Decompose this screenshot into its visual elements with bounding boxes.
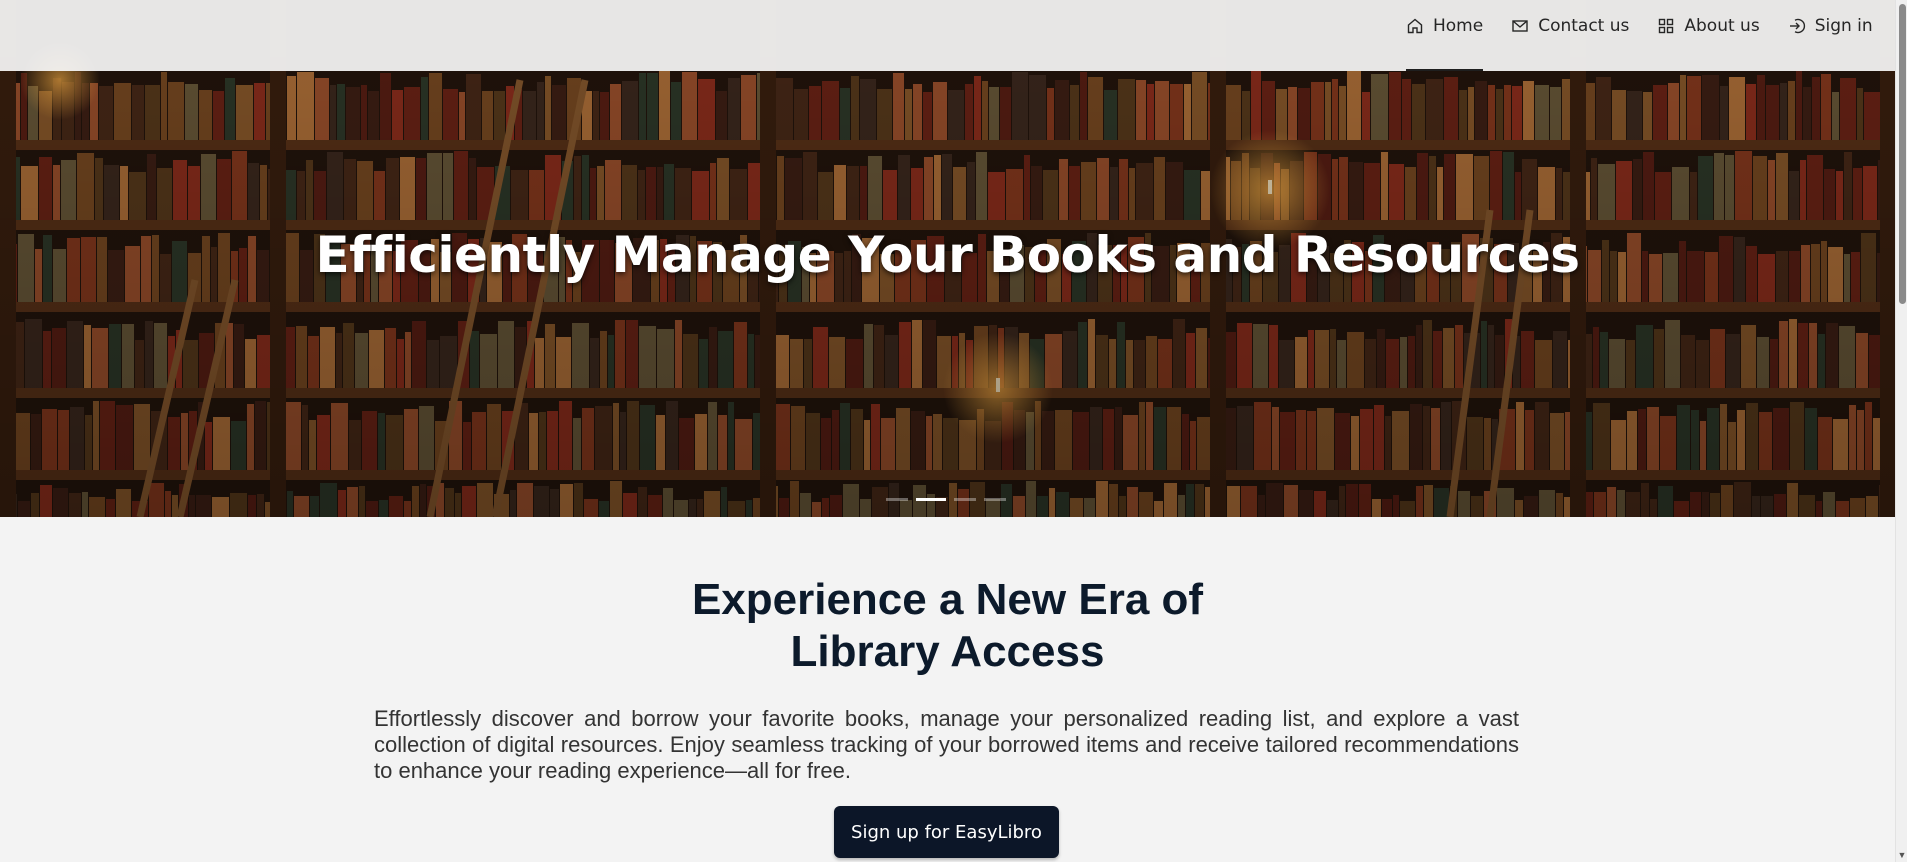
- main-headline: Experience a New Era of Library Access: [0, 574, 1895, 678]
- scrollbar-thumb[interactable]: [1899, 4, 1906, 304]
- mail-icon: [1511, 17, 1529, 35]
- signup-button[interactable]: Sign up for EasyLibro: [834, 806, 1059, 858]
- nav-sign-in-label: Sign in: [1814, 15, 1873, 36]
- intro-description: Effortlessly discover and borrow your fa…: [374, 706, 1519, 783]
- carousel-dot-3[interactable]: [954, 498, 976, 501]
- carousel-dot-1[interactable]: [886, 498, 908, 501]
- nav-sign-in[interactable]: Sign in: [1788, 0, 1889, 71]
- hero-banner: Efficiently Manage Your Books and Resour…: [0, 0, 1895, 517]
- nav-contact[interactable]: Contact us: [1511, 0, 1645, 71]
- top-navbar: Home Contact us About us Sign in: [0, 0, 1895, 71]
- nav-contact-label: Contact us: [1538, 15, 1630, 36]
- nav-menu: Home Contact us About us Sign in: [1406, 0, 1901, 71]
- carousel-dot-2[interactable]: [916, 498, 946, 501]
- nav-home[interactable]: Home: [1406, 0, 1499, 71]
- page-scrollbar[interactable]: ▼: [1895, 0, 1907, 862]
- nav-home-label: Home: [1433, 15, 1484, 36]
- carousel-dot-4[interactable]: [984, 498, 1006, 501]
- headline-line-2: Library Access: [790, 627, 1105, 676]
- grid-icon: [1657, 17, 1675, 35]
- home-icon: [1406, 17, 1424, 35]
- nav-about-label: About us: [1684, 15, 1760, 36]
- scroll-down-arrow-icon[interactable]: ▼: [1897, 850, 1907, 860]
- headline-line-1: Experience a New Era of: [691, 575, 1204, 624]
- nav-about[interactable]: About us: [1657, 0, 1775, 71]
- hero-title: Efficiently Manage Your Books and Resour…: [315, 226, 1580, 284]
- carousel-indicators: [886, 498, 1006, 501]
- sign-in-icon: [1788, 17, 1806, 35]
